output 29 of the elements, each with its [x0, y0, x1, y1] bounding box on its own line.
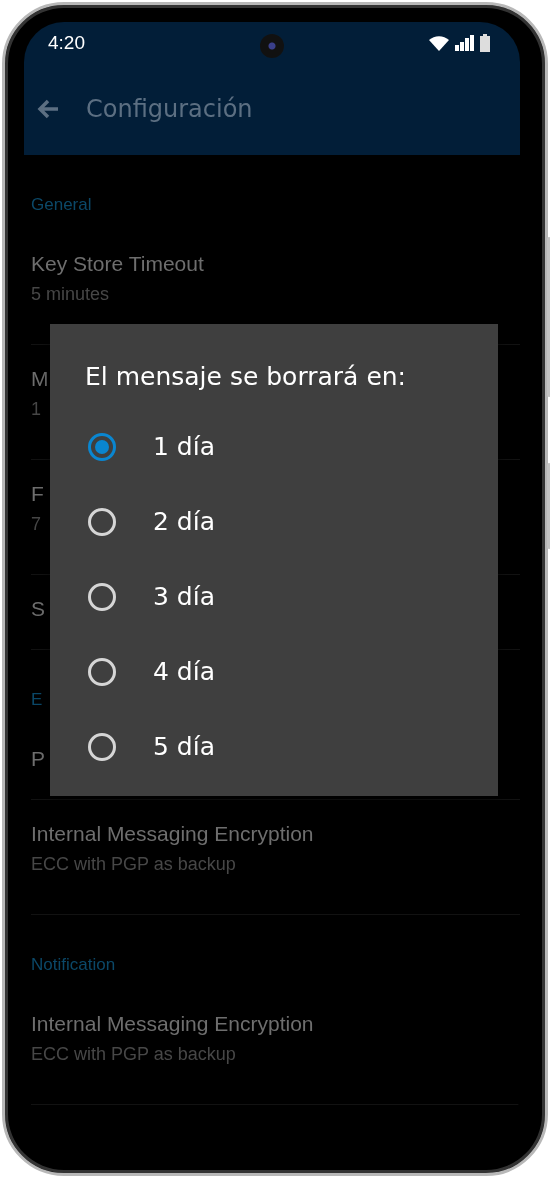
- radio-option[interactable]: 2 día: [85, 484, 498, 559]
- status-time: 4:20: [48, 32, 85, 54]
- setting-value: ECC with PGP as backup: [31, 853, 236, 876]
- setting-title[interactable]: M: [31, 366, 49, 392]
- setting-title[interactable]: P: [31, 746, 45, 772]
- signal-icon: [455, 35, 475, 51]
- radio-option[interactable]: 1 día: [85, 409, 498, 484]
- radio-button[interactable]: [88, 432, 116, 461]
- setting-value: 5 minutes: [31, 283, 110, 306]
- radio-option[interactable]: 3 día: [85, 559, 498, 634]
- setting-value: 1: [31, 398, 41, 421]
- section-header: General: [31, 195, 92, 215]
- dialog-title: El mensaje se borrará en:: [85, 362, 408, 392]
- screen-title: Configuración: [86, 95, 253, 123]
- setting-value: 7: [31, 513, 41, 536]
- setting-title[interactable]: Key Store Timeout: [31, 251, 204, 277]
- section-header: E: [31, 690, 43, 710]
- setting-title[interactable]: Internal Messaging Encryption: [31, 821, 314, 847]
- wifi-icon: [428, 35, 450, 51]
- setting-title[interactable]: Internal Messaging Encryption: [31, 1011, 314, 1037]
- setting-title[interactable]: F: [31, 481, 44, 507]
- back-arrow-icon[interactable]: [37, 99, 59, 119]
- radio-option[interactable]: 5 día: [85, 709, 498, 784]
- camera-icon: [260, 34, 284, 58]
- section-header: Notification: [31, 955, 116, 975]
- radio-option[interactable]: 4 día: [85, 634, 498, 709]
- setting-value: ECC with PGP as backup: [31, 1043, 236, 1066]
- setting-title[interactable]: S: [31, 596, 45, 622]
- battery-icon: [480, 34, 490, 52]
